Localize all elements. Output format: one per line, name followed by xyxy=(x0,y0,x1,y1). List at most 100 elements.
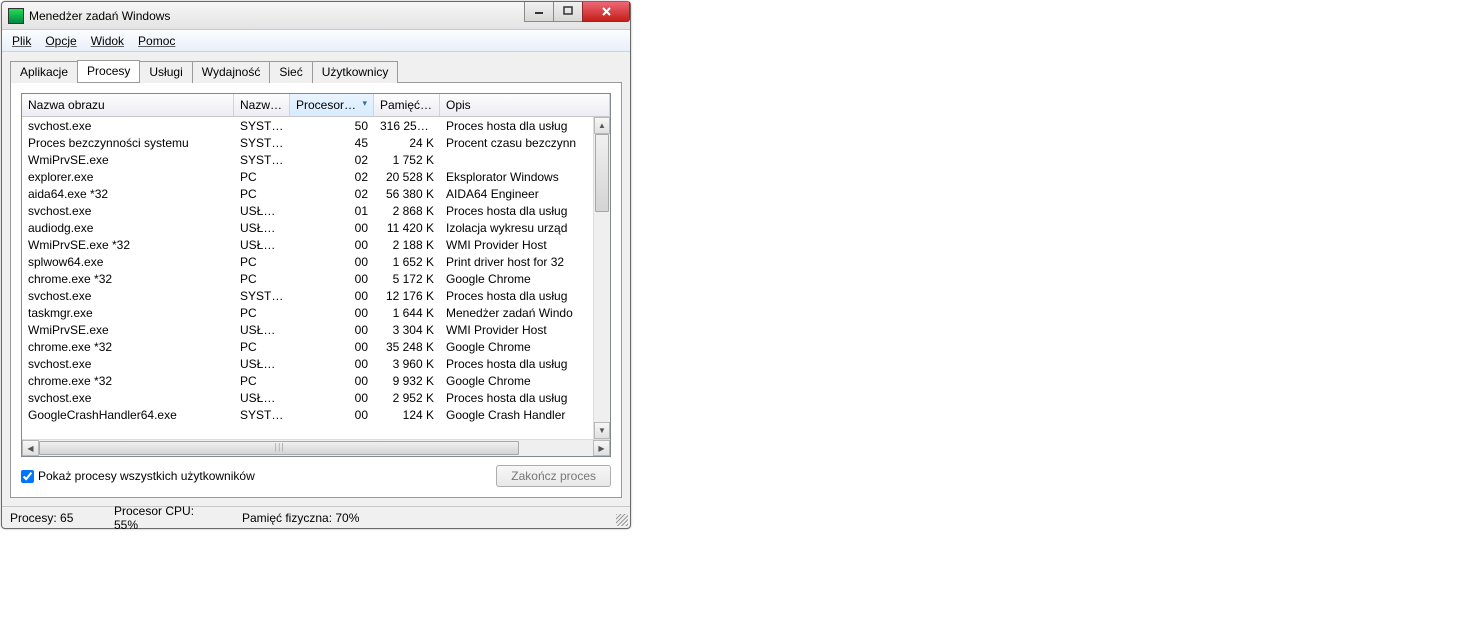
scroll-right-arrow-icon[interactable]: ▶ xyxy=(593,440,610,456)
menu-file[interactable]: Plik xyxy=(12,34,31,48)
cell-user: SYSTEM xyxy=(234,136,290,150)
scroll-thumb[interactable] xyxy=(595,134,609,212)
tab-performance[interactable]: Wydajność xyxy=(192,61,271,83)
cell-description: WMI Provider Host xyxy=(440,323,610,337)
cell-cpu: 00 xyxy=(290,272,374,286)
cell-description: Proces hosta dla usług xyxy=(440,204,610,218)
table-row[interactable]: WmiPrvSE.exeSYSTEM021 752 K xyxy=(22,151,610,168)
tab-processes[interactable]: Procesy xyxy=(77,60,140,82)
scroll-track[interactable] xyxy=(594,134,610,422)
show-all-users-input[interactable] xyxy=(21,470,34,483)
cell-memory: 124 K xyxy=(374,408,440,422)
col-memory[interactable]: Pamięć (p... xyxy=(374,94,440,116)
cell-memory: 1 652 K xyxy=(374,255,440,269)
minimize-button[interactable] xyxy=(524,2,554,22)
table-row[interactable]: svchost.exeUSŁUG...003 960 KProces hosta… xyxy=(22,355,610,372)
cell-description: Izolacja wykresu urząd xyxy=(440,221,610,235)
cell-cpu: 02 xyxy=(290,170,374,184)
cell-description: Menedżer zadań Windo xyxy=(440,306,610,320)
scroll-track-h[interactable] xyxy=(39,440,593,456)
tab-applications[interactable]: Aplikacje xyxy=(10,61,78,83)
cell-image: svchost.exe xyxy=(22,357,234,371)
scroll-thumb-h[interactable] xyxy=(39,441,519,455)
cell-description: Google Crash Handler xyxy=(440,408,610,422)
vertical-scrollbar[interactable]: ▲ ▼ xyxy=(593,117,610,439)
table-row[interactable]: splwow64.exePC001 652 KPrint driver host… xyxy=(22,253,610,270)
maximize-button[interactable] xyxy=(553,2,583,22)
menu-view[interactable]: Widok xyxy=(91,34,124,48)
process-listview: Nazwa obrazu Nazwa ... Procesor CPU Pami… xyxy=(21,93,611,457)
resize-grip-icon[interactable] xyxy=(616,514,628,526)
cell-cpu: 02 xyxy=(290,153,374,167)
table-row[interactable]: chrome.exe *32PC005 172 KGoogle Chrome xyxy=(22,270,610,287)
cell-memory: 9 932 K xyxy=(374,374,440,388)
cell-cpu: 00 xyxy=(290,408,374,422)
scroll-down-arrow-icon[interactable]: ▼ xyxy=(594,422,610,439)
cell-cpu: 01 xyxy=(290,204,374,218)
table-row[interactable]: chrome.exe *32PC0035 248 KGoogle Chrome xyxy=(22,338,610,355)
cell-description: Proces hosta dla usług xyxy=(440,119,610,133)
cell-image: svchost.exe xyxy=(22,391,234,405)
cell-memory: 56 380 K xyxy=(374,187,440,201)
cell-description: AIDA64 Engineer xyxy=(440,187,610,201)
tab-services[interactable]: Usługi xyxy=(139,61,192,83)
col-user-name[interactable]: Nazwa ... xyxy=(234,94,290,116)
table-row[interactable]: svchost.exeSYSTEM50316 256 KProces hosta… xyxy=(22,117,610,134)
table-row[interactable]: GoogleCrashHandler64.exeSYSTEM00124 KGoo… xyxy=(22,406,610,423)
show-all-users-checkbox[interactable]: Pokaż procesy wszystkich użytkowników xyxy=(21,469,255,483)
cell-description: Eksplorator Windows xyxy=(440,170,610,184)
cell-memory: 2 868 K xyxy=(374,204,440,218)
table-row[interactable]: svchost.exeSYSTEM0012 176 KProces hosta … xyxy=(22,287,610,304)
table-row[interactable]: Proces bezczynności systemuSYSTEM4524 KP… xyxy=(22,134,610,151)
table-row[interactable]: WmiPrvSE.exeUSŁUG...003 304 KWMI Provide… xyxy=(22,321,610,338)
column-headers: Nazwa obrazu Nazwa ... Procesor CPU Pami… xyxy=(22,94,610,117)
scroll-up-arrow-icon[interactable]: ▲ xyxy=(594,117,610,134)
menu-help[interactable]: Pomoc xyxy=(138,34,175,48)
tab-users[interactable]: Użytkownicy xyxy=(312,61,399,83)
cell-user: PC xyxy=(234,272,290,286)
col-cpu[interactable]: Procesor CPU xyxy=(290,94,374,116)
table-row[interactable]: chrome.exe *32PC009 932 KGoogle Chrome xyxy=(22,372,610,389)
table-row[interactable]: svchost.exeUSŁUG...012 868 KProces hosta… xyxy=(22,202,610,219)
cell-image: chrome.exe *32 xyxy=(22,340,234,354)
cell-description: Proces hosta dla usług xyxy=(440,357,610,371)
cell-cpu: 02 xyxy=(290,187,374,201)
menubar: Plik Opcje Widok Pomoc xyxy=(2,30,630,52)
table-row[interactable]: svchost.exeUSŁUG...002 952 KProces hosta… xyxy=(22,389,610,406)
cell-user: USŁUG... xyxy=(234,323,290,337)
cell-memory: 35 248 K xyxy=(374,340,440,354)
cell-image: Proces bezczynności systemu xyxy=(22,136,234,150)
cell-description: Print driver host for 32 xyxy=(440,255,610,269)
cell-image: explorer.exe xyxy=(22,170,234,184)
close-button[interactable] xyxy=(582,2,630,22)
status-cpu-usage: Procesor CPU: 55% xyxy=(114,504,242,532)
scroll-left-arrow-icon[interactable]: ◀ xyxy=(22,440,39,456)
maximize-icon xyxy=(563,6,573,16)
table-row[interactable]: explorer.exePC0220 528 KEksplorator Wind… xyxy=(22,168,610,185)
cell-user: PC xyxy=(234,187,290,201)
cell-cpu: 00 xyxy=(290,391,374,405)
cell-memory: 20 528 K xyxy=(374,170,440,184)
table-row[interactable]: aida64.exe *32PC0256 380 KAIDA64 Enginee… xyxy=(22,185,610,202)
show-all-users-label: Pokaż procesy wszystkich użytkowników xyxy=(38,469,255,483)
minimize-icon xyxy=(534,6,544,16)
cell-user: USŁUG... xyxy=(234,204,290,218)
col-image-name[interactable]: Nazwa obrazu xyxy=(22,94,234,116)
menu-options[interactable]: Opcje xyxy=(45,34,76,48)
table-row[interactable]: WmiPrvSE.exe *32USŁUG...002 188 KWMI Pro… xyxy=(22,236,610,253)
table-row[interactable]: taskmgr.exePC001 644 KMenedżer zadań Win… xyxy=(22,304,610,321)
window-title: Menedżer zadań Windows xyxy=(29,9,525,23)
cell-cpu: 00 xyxy=(290,374,374,388)
tab-network[interactable]: Sieć xyxy=(269,61,312,83)
cell-memory: 2 188 K xyxy=(374,238,440,252)
titlebar[interactable]: Menedżer zadań Windows xyxy=(2,2,630,30)
table-row[interactable]: audiodg.exeUSŁUG...0011 420 KIzolacja wy… xyxy=(22,219,610,236)
horizontal-scrollbar[interactable]: ◀ ▶ xyxy=(22,439,610,456)
col-description[interactable]: Opis xyxy=(440,94,610,116)
end-process-button[interactable]: Zakończ proces xyxy=(496,465,611,487)
cell-user: PC xyxy=(234,374,290,388)
cell-memory: 11 420 K xyxy=(374,221,440,235)
cell-user: USŁUG... xyxy=(234,391,290,405)
close-icon xyxy=(601,6,612,17)
cell-user: PC xyxy=(234,255,290,269)
